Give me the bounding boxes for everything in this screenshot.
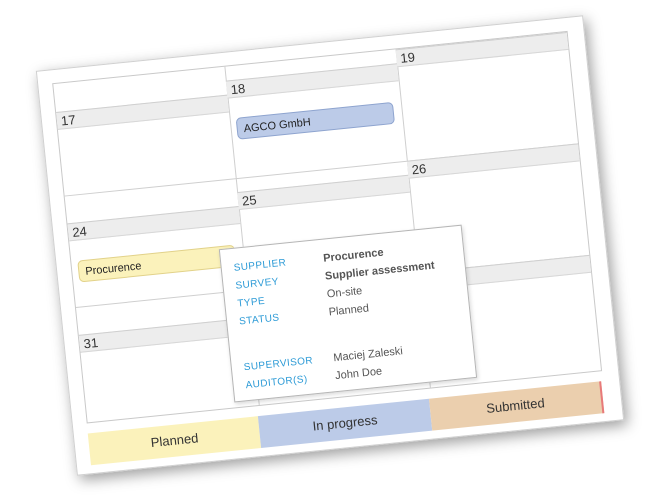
day-cell-17[interactable]: 17 [56, 94, 230, 130]
popup-value: Procurence [322, 246, 385, 265]
popup-key: AUDITOR(S) [245, 373, 309, 392]
legend-planned: Planned [87, 416, 262, 466]
calendar-card: 17 18 19 24 25 26 31 AGCO GmbH Procurenc… [35, 15, 625, 476]
day-number: 31 [82, 334, 99, 352]
day-number: 26 [411, 160, 427, 178]
event-agco-gmbh[interactable]: AGCO GmbH [235, 101, 396, 140]
legend-in-progress: In progress [258, 398, 432, 448]
day-cell-24[interactable]: 24 [67, 206, 241, 242]
day-number: 19 [399, 49, 416, 66]
popup-value: John Doe [334, 365, 383, 383]
day-number: 25 [241, 192, 258, 209]
calendar-grid: 17 18 19 24 25 26 31 AGCO GmbH Procurenc… [52, 30, 603, 424]
event-label: Procurence [84, 260, 142, 278]
day-cell-25[interactable]: 25 [237, 174, 411, 211]
popup-key: SURVEY [235, 276, 280, 292]
event-label: AGCO GmbH [243, 116, 312, 136]
popup-key: STATUS [238, 312, 280, 328]
day-number: 17 [60, 112, 77, 129]
day-cell-18[interactable]: 18 [225, 63, 399, 99]
event-details-popup: SUPPLIER Procurence SURVEY Supplier asse… [218, 224, 478, 403]
legend-submitted: Submitted [428, 381, 605, 431]
popup-key: SUPERVISOR [243, 355, 314, 374]
screenshot-stage: 17 18 19 24 25 26 31 AGCO GmbH Procurenc… [0, 0, 660, 499]
day-cell-26[interactable]: 26 [406, 143, 580, 179]
popup-value: On-site [326, 285, 363, 301]
day-number: 24 [71, 223, 88, 240]
day-number: 18 [229, 80, 246, 98]
popup-value: Planned [328, 302, 370, 319]
event-procurence[interactable]: Procurence [77, 244, 237, 283]
day-cell-19[interactable]: 19 [395, 31, 569, 68]
popup-value: Maciej Zaleski [332, 345, 404, 365]
popup-key: TYPE [236, 295, 266, 310]
popup-key: SUPPLIER [233, 257, 287, 274]
